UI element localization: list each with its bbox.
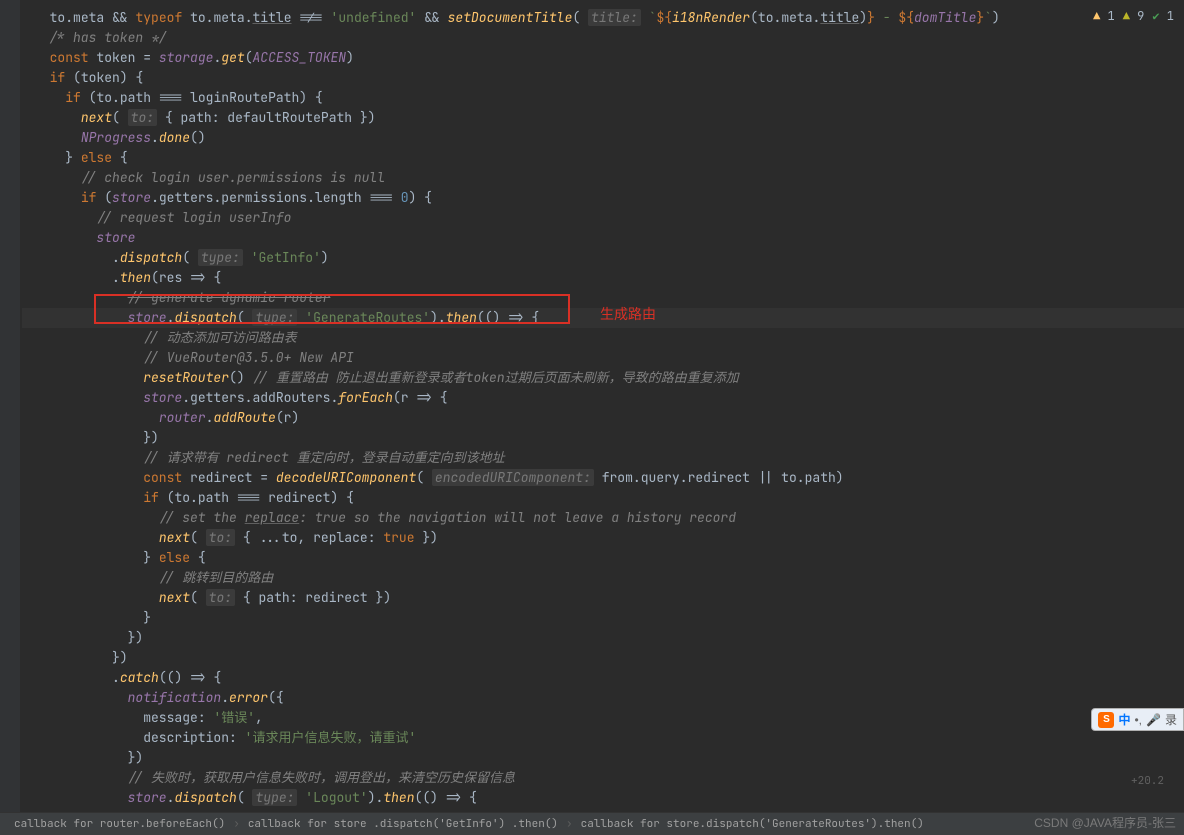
- code-line[interactable]: if (to.path === redirect) {: [22, 488, 1184, 508]
- ime-dots: •,: [1134, 713, 1142, 727]
- code-line[interactable]: const redirect = decodeURIComponent( enc…: [22, 468, 1184, 488]
- code-line[interactable]: }): [22, 648, 1184, 668]
- chevron-right-icon: ›: [564, 817, 575, 831]
- weak-warning-icon: ▲: [1123, 8, 1130, 24]
- code-line[interactable]: // 动态添加可访问路由表: [22, 328, 1184, 348]
- warning-count: 1: [1108, 8, 1115, 24]
- code-line[interactable]: if (to.path === loginRoutePath) {: [22, 88, 1184, 108]
- code-line[interactable]: store.dispatch( type: 'Logout').then(() …: [22, 788, 1184, 808]
- code-line[interactable]: // 跳转到目的路由: [22, 568, 1184, 588]
- code-line[interactable]: // 失败时，获取用户信息失败时，调用登出，来清空历史保留信息: [22, 768, 1184, 788]
- code-line[interactable]: .then(res => {: [22, 268, 1184, 288]
- ime-widget[interactable]: S 中 •, 🎤 录: [1091, 708, 1184, 731]
- code-line[interactable]: next( to: { path: defaultRoutePath }): [22, 108, 1184, 128]
- ime-rec[interactable]: 录: [1165, 711, 1177, 728]
- code-line[interactable]: notification.error({: [22, 688, 1184, 708]
- watermark-num: +20.2: [1131, 774, 1164, 788]
- breadcrumb-bar[interactable]: callback for router.beforeEach() › callb…: [0, 812, 1184, 835]
- annotation-label: 生成路由: [600, 304, 656, 324]
- code-line[interactable]: if (token) {: [22, 68, 1184, 88]
- code-line[interactable]: }): [22, 628, 1184, 648]
- weak-warning-count: 9: [1137, 8, 1144, 24]
- code-line[interactable]: store.getters.addRouters.forEach(r => {: [22, 388, 1184, 408]
- code-line[interactable]: NProgress.done(): [22, 128, 1184, 148]
- breadcrumb-item[interactable]: callback for router.beforeEach(): [8, 817, 231, 831]
- code-line[interactable]: if (store.getters.permissions.length ===…: [22, 188, 1184, 208]
- code-content[interactable]: to.meta && typeof to.meta.title !== 'und…: [22, 0, 1184, 808]
- code-line[interactable]: next( to: { ...to, replace: true }): [22, 528, 1184, 548]
- code-line[interactable]: store: [22, 228, 1184, 248]
- code-line[interactable]: // request login userInfo: [22, 208, 1184, 228]
- code-line[interactable]: // 请求带有 redirect 重定向时，登录自动重定向到该地址: [22, 448, 1184, 468]
- ime-lang[interactable]: 中: [1118, 711, 1130, 728]
- code-line[interactable]: description: '请求用户信息失败，请重试': [22, 728, 1184, 748]
- code-line[interactable]: .catch(() => {: [22, 668, 1184, 688]
- code-line[interactable]: next( to: { path: redirect }): [22, 588, 1184, 608]
- code-line[interactable]: resetRouter() // 重置路由 防止退出重新登录或者token过期后…: [22, 368, 1184, 388]
- code-line[interactable]: } else {: [22, 548, 1184, 568]
- gutter: [0, 0, 20, 812]
- mic-icon[interactable]: 🎤: [1146, 713, 1161, 727]
- code-line[interactable]: .dispatch( type: 'GetInfo'): [22, 248, 1184, 268]
- sogou-icon: S: [1098, 712, 1114, 728]
- code-line[interactable]: router.addRoute(r): [22, 408, 1184, 428]
- breadcrumb-item[interactable]: callback for store .dispatch('GetInfo') …: [242, 817, 564, 831]
- check-icon: ✔: [1152, 8, 1159, 24]
- warning-icon: ▲: [1093, 8, 1100, 24]
- check-count: 1: [1167, 8, 1174, 24]
- code-editor[interactable]: ▲ 1 ▲ 9 ✔ 1 to.meta && typeof to.meta.ti…: [0, 0, 1184, 812]
- code-line[interactable]: }: [22, 608, 1184, 628]
- code-line[interactable]: // VueRouter@3.5.0+ New API: [22, 348, 1184, 368]
- code-line[interactable]: // set the replace: true so the navigati…: [22, 508, 1184, 528]
- breadcrumb-item[interactable]: callback for store.dispatch('GenerateRou…: [575, 817, 930, 831]
- chevron-right-icon: ›: [231, 817, 242, 831]
- code-line[interactable]: to.meta && typeof to.meta.title !== 'und…: [22, 8, 1184, 28]
- code-line[interactable]: /* has token */: [22, 28, 1184, 48]
- code-line[interactable]: } else {: [22, 148, 1184, 168]
- code-line[interactable]: const token = storage.get(ACCESS_TOKEN): [22, 48, 1184, 68]
- code-line[interactable]: }): [22, 428, 1184, 448]
- code-line[interactable]: message: '错误',: [22, 708, 1184, 728]
- code-line[interactable]: }): [22, 748, 1184, 768]
- code-line[interactable]: // check login user.permissions is null: [22, 168, 1184, 188]
- inspection-badges[interactable]: ▲ 1 ▲ 9 ✔ 1: [1093, 8, 1174, 24]
